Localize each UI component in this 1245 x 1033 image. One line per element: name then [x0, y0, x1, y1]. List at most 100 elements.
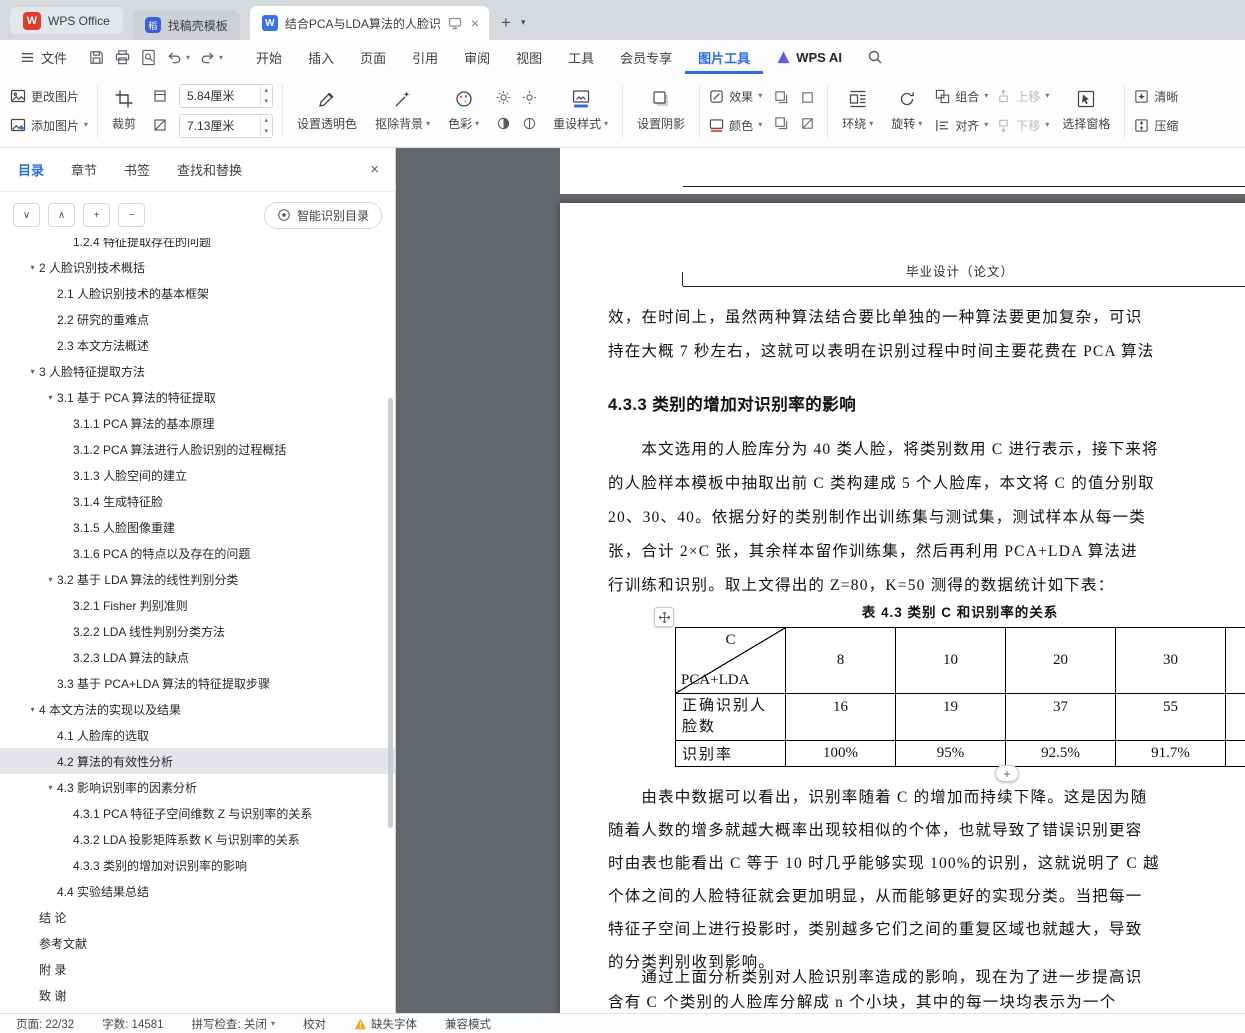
toc-item[interactable]: ▾ 4 本文方法的实现以及结果: [0, 696, 395, 722]
toc-item[interactable]: 3.1.6 PCA 的特点以及存在的问题: [0, 540, 395, 566]
set-shadow-button[interactable]: 设置阴影: [632, 87, 690, 134]
table-header-cell[interactable]: 10: [896, 628, 1006, 694]
toc-item[interactable]: 4.2 算法的有效性分析: [0, 748, 395, 774]
toc-expand-all-button[interactable]: ∨: [13, 203, 40, 227]
toc-item[interactable]: 3.1.2 PCA 算法进行人脸识别的过程概括: [0, 436, 395, 462]
toc-collapse-icon[interactable]: ▾: [44, 393, 57, 402]
document-text-line[interactable]: 时由表也能看出 C 等于 10 时几乎能够实现 100%的识别，这就说明了 C …: [608, 847, 1160, 880]
toc-item[interactable]: ▾ 3.2 基于 LDA 算法的线性判别分类: [0, 566, 395, 592]
rotate-button[interactable]: 旋转 ▾: [886, 87, 927, 134]
spellcheck-status[interactable]: 拼写检查: 关闭 ▾: [192, 1016, 275, 1032]
toc-item[interactable]: 参考文献: [0, 930, 395, 956]
table-cell[interactable]: 92.5%: [1006, 741, 1116, 767]
table-header-cell[interactable]: 8: [786, 628, 896, 694]
text-wrap-dropdown-icon[interactable]: ▾: [869, 119, 873, 128]
table-cell[interactable]: 100%: [786, 741, 896, 767]
menu-tab-picture-tools[interactable]: 图片工具: [685, 40, 764, 74]
document-text-line[interactable]: 20、30、40。依据分好的类别制作出训练集与测试集，测试样本从每一类: [608, 501, 1159, 535]
compress-picture-button[interactable]: 压缩: [1134, 115, 1178, 135]
table-header-cell[interactable]: 20: [1006, 628, 1116, 694]
shadow-style-button-3[interactable]: [770, 114, 792, 134]
toc-collapse-icon[interactable]: ▾: [26, 367, 39, 376]
table-header-cell[interactable]: 30: [1116, 628, 1226, 694]
tab-docer-template[interactable]: 稻 找稿壳模板: [132, 10, 240, 40]
toc-item[interactable]: 致 谢: [0, 982, 395, 1008]
toc-item[interactable]: 4.3.3 类别的增加对识别率的影响: [0, 852, 395, 878]
word-count[interactable]: 字数: 14581: [102, 1016, 163, 1032]
print-preview-button[interactable]: [136, 45, 160, 69]
previous-page-bottom[interactable]: [560, 148, 1245, 194]
toc-collapse-icon[interactable]: ▾: [26, 263, 39, 272]
decrease-brightness-button[interactable]: [518, 88, 540, 108]
sidebar-tab-chapters[interactable]: 章节: [71, 160, 97, 179]
toc-item[interactable]: 3.1.4 生成特征脸: [0, 488, 395, 514]
menu-tab-wps-ai[interactable]: WPS AI: [763, 40, 855, 74]
menu-tab-view[interactable]: 视图: [503, 40, 555, 74]
toc-item[interactable]: 3.3 基于 PCA+LDA 算法的特征提取步骤: [0, 670, 395, 696]
toc-item[interactable]: ▾ 3 人脸特征提取方法: [0, 358, 395, 384]
toc-item[interactable]: 2.3 本文方法概述: [0, 332, 395, 358]
toc-item[interactable]: 3.1.1 PCA 算法的基本原理: [0, 410, 395, 436]
group-button[interactable]: 组合 ▾: [935, 86, 988, 106]
decrease-contrast-button[interactable]: [518, 114, 540, 134]
menu-tab-page[interactable]: 页面: [347, 40, 399, 74]
new-tab-button[interactable]: +: [501, 14, 511, 31]
missing-font-warning[interactable]: 缺失字体: [354, 1016, 417, 1032]
document-text-line[interactable]: 由表中数据可以看出，识别率随着 C 的增加而持续下降。这是因为随: [608, 781, 1160, 814]
close-tab-icon[interactable]: ×: [469, 16, 481, 30]
toc-item[interactable]: 3.2.1 Fisher 判别准则: [0, 592, 395, 618]
redo-button[interactable]: [195, 45, 219, 69]
toc-collapse-icon[interactable]: ▾: [44, 783, 57, 792]
picture-color-adjust-button[interactable]: 色彩 ▾: [443, 87, 484, 134]
toc-collapse-icon[interactable]: ▾: [44, 575, 57, 584]
document-text-line[interactable]: 效，在时间上，虽然两种算法结合要比单独的一种算法要更加复杂，可识: [608, 301, 1154, 335]
toc-item[interactable]: 4.4 实验结果总结: [0, 878, 395, 904]
clarity-button[interactable]: 清晰: [1134, 86, 1178, 106]
shadow-style-button-1[interactable]: [770, 88, 792, 108]
add-picture-button[interactable]: 添加图片 ▾: [10, 115, 88, 135]
selection-pane-button[interactable]: 选择窗格: [1057, 87, 1115, 134]
remove-background-button[interactable]: 抠除背景 ▾: [370, 87, 435, 134]
table-row-label[interactable]: 正确识别人脸数: [676, 694, 786, 741]
picture-width-stepper[interactable]: ▴▾: [179, 113, 274, 138]
picture-height-input[interactable]: [180, 88, 243, 103]
file-menu-button[interactable]: 文件: [12, 48, 75, 67]
redo-dropdown-icon[interactable]: ▾: [219, 53, 223, 62]
toc-item[interactable]: 附 录: [0, 956, 395, 982]
width-step-down-icon[interactable]: ▾: [261, 126, 273, 137]
toc-collapse-all-button[interactable]: ∧: [48, 203, 75, 227]
increase-brightness-button[interactable]: [492, 88, 514, 108]
group-dropdown-icon[interactable]: ▾: [984, 92, 988, 100]
toc-item[interactable]: ▾ 4.3 影响识别率的因素分析: [0, 774, 395, 800]
compatibility-mode[interactable]: 兼容模式: [445, 1016, 491, 1032]
print-button[interactable]: [110, 45, 134, 69]
toc-item[interactable]: ▾ 2 人脸识别技术概括: [0, 254, 395, 280]
change-picture-button[interactable]: 更改图片: [10, 86, 88, 106]
reset-style-dropdown-icon[interactable]: ▾: [604, 119, 608, 128]
crop-button[interactable]: 裁剪: [107, 87, 141, 134]
toc-item[interactable]: 3.2.3 LDA 算法的缺点: [0, 644, 395, 670]
align-dropdown-icon[interactable]: ▾: [984, 121, 988, 129]
menu-tab-reference[interactable]: 引用: [399, 40, 451, 74]
menu-tab-member[interactable]: 会员专享: [607, 40, 685, 74]
table-cell[interactable]: 95%: [896, 741, 1006, 767]
tab-current-document[interactable]: W 结合PCA与LDA算法的人脸识 ×: [249, 6, 490, 40]
document-text-line[interactable]: 含有 C 个类别的人脸库分解成 n 个小块，其中的每一块均表示为一个: [608, 990, 1142, 1013]
reset-picture-style-button[interactable]: 重设样式 ▾: [548, 87, 613, 134]
page-indicator[interactable]: 页面: 22/32: [16, 1016, 74, 1032]
smart-toc-button[interactable]: 智能识别目录: [263, 201, 382, 229]
table-corner-cell[interactable]: C PCA+LDA: [676, 628, 786, 694]
table-cell[interactable]: [1226, 694, 1245, 741]
toc-item[interactable]: 3.1.5 人脸图像重建: [0, 514, 395, 540]
crop-by-ratio-button[interactable]: [149, 115, 171, 135]
menu-tab-tools[interactable]: 工具: [555, 40, 607, 74]
search-icon[interactable]: [863, 45, 887, 69]
set-transparent-color-button[interactable]: 设置透明色: [292, 87, 362, 134]
toc-item[interactable]: 3.1.3 人脸空间的建立: [0, 462, 395, 488]
toc-item[interactable]: 4.3.2 LDA 投影矩阵系数 K 与识别率的关系: [0, 826, 395, 852]
tab-list-dropdown-icon[interactable]: ▾: [521, 18, 526, 27]
picture-width-input[interactable]: [180, 118, 243, 133]
sidebar-tab-contents[interactable]: 目录: [18, 160, 44, 179]
toc-item[interactable]: 3.2.2 LDA 线性判别分类方法: [0, 618, 395, 644]
shadow-style-button-2[interactable]: [796, 88, 818, 108]
